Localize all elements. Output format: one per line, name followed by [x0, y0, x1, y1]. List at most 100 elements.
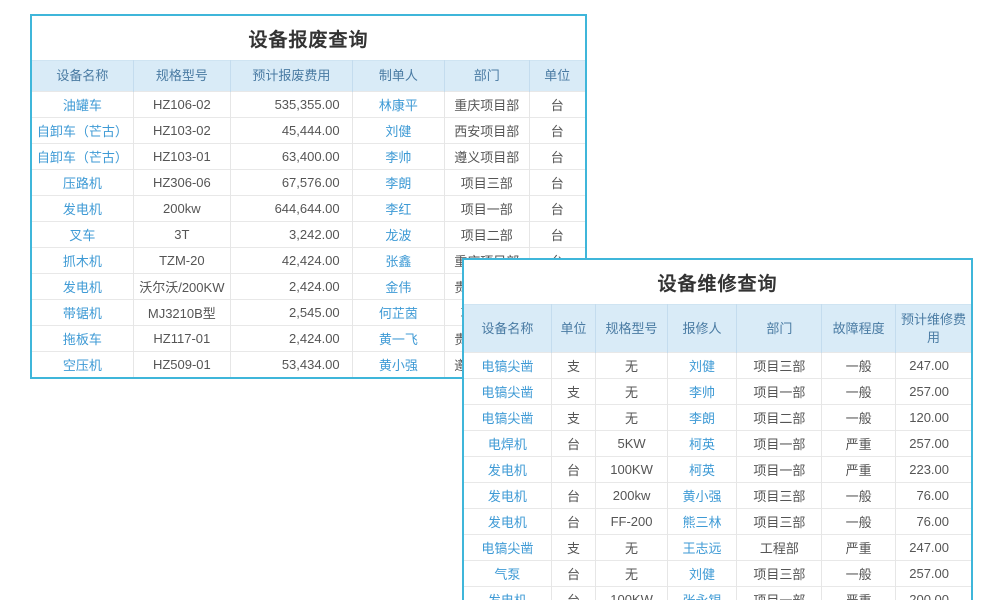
cell: 台	[529, 91, 585, 117]
link-cell[interactable]: 发电机	[464, 587, 551, 600]
cell: 无	[596, 353, 667, 379]
cell: 一般	[822, 353, 896, 379]
cell: 76.00	[895, 509, 971, 535]
column-header: 报修人	[667, 305, 736, 353]
link-cell[interactable]: 电镐尖凿	[464, 353, 551, 379]
cell: 严重	[822, 431, 896, 457]
table-row: 发电机台FF-200熊三林项目三部一般76.00	[464, 509, 971, 535]
link-cell[interactable]: 金伟	[352, 273, 444, 299]
cell: 项目二部	[737, 405, 822, 431]
cell: 120.00	[895, 405, 971, 431]
link-cell[interactable]: 发电机	[32, 195, 133, 221]
cell: 一般	[822, 379, 896, 405]
cell: 台	[551, 457, 596, 483]
link-cell[interactable]: 自卸车（芒古）	[32, 117, 133, 143]
link-cell[interactable]: 发电机	[32, 273, 133, 299]
cell: 644,644.00	[231, 195, 353, 221]
cell: 台	[551, 561, 596, 587]
cell: 严重	[822, 587, 896, 600]
link-cell[interactable]: 发电机	[464, 509, 551, 535]
repair-query-title: 设备维修查询	[464, 260, 971, 304]
cell: 台	[551, 587, 596, 600]
cell: 遵义项目部	[445, 143, 530, 169]
link-cell[interactable]: 张永银	[667, 587, 736, 600]
cell: 项目三部	[445, 169, 530, 195]
cell: 项目三部	[737, 561, 822, 587]
cell: 工程部	[737, 535, 822, 561]
cell: 台	[551, 483, 596, 509]
cell: 257.00	[895, 561, 971, 587]
link-cell[interactable]: 空压机	[32, 351, 133, 377]
link-cell[interactable]: 李朗	[352, 169, 444, 195]
cell: HZ103-02	[133, 117, 230, 143]
link-cell[interactable]: 抓木机	[32, 247, 133, 273]
cell: 台	[529, 117, 585, 143]
link-cell[interactable]: 黄小强	[352, 351, 444, 377]
link-cell[interactable]: 压路机	[32, 169, 133, 195]
table-row: 发电机台100KW张永银项目一部严重200.00	[464, 587, 971, 600]
cell: 西安项目部	[445, 117, 530, 143]
link-cell[interactable]: 刘健	[352, 117, 444, 143]
cell: 257.00	[895, 431, 971, 457]
cell: 67,576.00	[231, 169, 353, 195]
table-row: 发电机台200kw黄小强项目三部一般76.00	[464, 483, 971, 509]
cell: 100KW	[596, 587, 667, 600]
cell: 无	[596, 535, 667, 561]
table-row: 发电机200kw644,644.00李红项目一部台	[32, 195, 585, 221]
scrap-table-head: 设备名称规格型号预计报废费用制单人部门单位	[32, 61, 585, 92]
link-cell[interactable]: 王志远	[667, 535, 736, 561]
link-cell[interactable]: 李红	[352, 195, 444, 221]
link-cell[interactable]: 李帅	[352, 143, 444, 169]
cell: 项目一部	[737, 431, 822, 457]
link-cell[interactable]: 熊三林	[667, 509, 736, 535]
link-cell[interactable]: 电镐尖凿	[464, 405, 551, 431]
repair-table: 设备名称单位规格型号报修人部门故障程度预计维修费用 电镐尖凿支无刘健项目三部一般…	[464, 304, 971, 600]
cell: HZ103-01	[133, 143, 230, 169]
column-header: 制单人	[352, 61, 444, 92]
cell: 项目二部	[445, 221, 530, 247]
cell: HZ306-06	[133, 169, 230, 195]
link-cell[interactable]: 刘健	[667, 561, 736, 587]
table-row: 油罐车HZ106-02535,355.00林康平重庆项目部台	[32, 91, 585, 117]
link-cell[interactable]: 发电机	[464, 483, 551, 509]
link-cell[interactable]: 带锯机	[32, 299, 133, 325]
link-cell[interactable]: 电镐尖凿	[464, 535, 551, 561]
column-header: 规格型号	[133, 61, 230, 92]
cell: 项目三部	[737, 509, 822, 535]
link-cell[interactable]: 黄小强	[667, 483, 736, 509]
cell: 53,434.00	[231, 351, 353, 377]
cell: 247.00	[895, 535, 971, 561]
link-cell[interactable]: 柯英	[667, 457, 736, 483]
link-cell[interactable]: 叉车	[32, 221, 133, 247]
link-cell[interactable]: 电焊机	[464, 431, 551, 457]
link-cell[interactable]: 张鑫	[352, 247, 444, 273]
link-cell[interactable]: 刘健	[667, 353, 736, 379]
cell: 200kw	[596, 483, 667, 509]
column-header: 预计报废费用	[231, 61, 353, 92]
link-cell[interactable]: 龙波	[352, 221, 444, 247]
link-cell[interactable]: 气泵	[464, 561, 551, 587]
link-cell[interactable]: 油罐车	[32, 91, 133, 117]
link-cell[interactable]: 拖板车	[32, 325, 133, 351]
cell: 无	[596, 561, 667, 587]
cell: 200kw	[133, 195, 230, 221]
cell: 台	[529, 143, 585, 169]
cell: 台	[551, 431, 596, 457]
column-header: 部门	[737, 305, 822, 353]
link-cell[interactable]: 电镐尖凿	[464, 379, 551, 405]
link-cell[interactable]: 自卸车（芒古）	[32, 143, 133, 169]
cell: HZ106-02	[133, 91, 230, 117]
cell: TZM-20	[133, 247, 230, 273]
table-row: 气泵台无刘健项目三部一般257.00	[464, 561, 971, 587]
link-cell[interactable]: 李帅	[667, 379, 736, 405]
table-row: 电镐尖凿支无王志远工程部严重247.00	[464, 535, 971, 561]
link-cell[interactable]: 黄一飞	[352, 325, 444, 351]
link-cell[interactable]: 李朗	[667, 405, 736, 431]
cell: 100KW	[596, 457, 667, 483]
column-header: 设备名称	[32, 61, 133, 92]
link-cell[interactable]: 林康平	[352, 91, 444, 117]
link-cell[interactable]: 何芷茵	[352, 299, 444, 325]
column-header: 故障程度	[822, 305, 896, 353]
link-cell[interactable]: 发电机	[464, 457, 551, 483]
link-cell[interactable]: 柯英	[667, 431, 736, 457]
